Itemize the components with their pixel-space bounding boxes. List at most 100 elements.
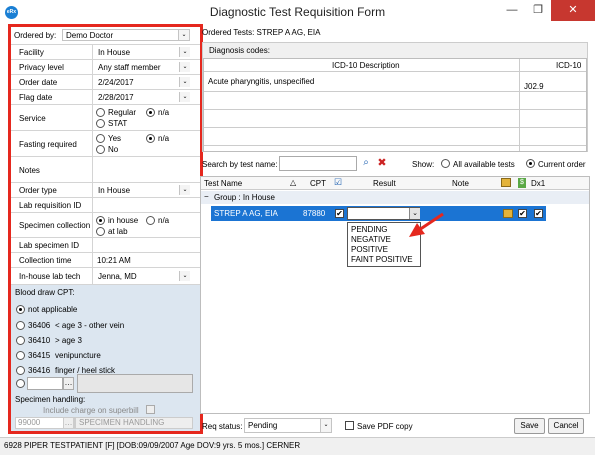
result-option[interactable]: FAINT POSITIVE [351, 255, 413, 264]
diagnosis-row[interactable] [204, 110, 586, 128]
dx1-checkbox[interactable]: ✔ [534, 209, 543, 218]
save-pdf-checkbox[interactable] [345, 421, 354, 430]
search-input[interactable] [279, 156, 357, 171]
cpt-36410-desc: > age 3 [55, 336, 82, 345]
spec-na-radio[interactable] [146, 216, 155, 225]
sort-icon[interactable]: △ [290, 178, 296, 187]
cpt-36415-radio[interactable] [16, 351, 25, 360]
cpt-36410-radio[interactable] [16, 336, 25, 345]
specimen-handling-field[interactable]: SPECIMEN HANDLING [75, 417, 193, 429]
test-order-checkbox[interactable]: ✔ [335, 209, 344, 218]
handling-lookup-button[interactable]: … [63, 417, 74, 429]
flag-date-value: 2/28/2017 [98, 93, 134, 102]
spec-atlab-radio[interactable] [96, 227, 105, 236]
privacy-row: Privacy level Any staff member ⌄ [11, 60, 200, 75]
save-button[interactable]: Save [514, 418, 545, 434]
req-status-label: Req status: [202, 422, 243, 431]
show-current-label: Current order [538, 160, 586, 169]
note-folder-icon[interactable] [503, 209, 513, 218]
service-row: Service Regular n/a STAT [11, 105, 200, 131]
clear-search-icon[interactable]: ✖ [375, 156, 389, 171]
service-stat-label: STAT [108, 119, 128, 128]
col-test-name[interactable]: Test Name [204, 179, 242, 188]
service-na-label: n/a [158, 108, 170, 117]
minimize-button[interactable]: — [499, 0, 525, 21]
superbill-label: Include charge on superbill [43, 406, 139, 415]
group-label: Group : In House [214, 193, 275, 202]
dx-col-description: ICD-10 Description [332, 61, 400, 70]
facility-row: Facility In House ⌄ [11, 45, 200, 60]
fasting-no-radio[interactable] [96, 145, 105, 154]
group-row[interactable]: − Group : In House [201, 191, 589, 204]
fasting-na-radio[interactable] [146, 134, 155, 143]
service-regular-radio[interactable] [96, 108, 105, 117]
privacy-value: Any staff member [98, 63, 161, 72]
lab-req-row: Lab requisition ID [11, 198, 200, 213]
lab-spec-field[interactable] [94, 239, 192, 251]
diagnosis-grid: ICD-10 Description ICD-10 Acute pharyngi… [203, 58, 587, 152]
chevron-down-icon: ⌄ [179, 92, 190, 102]
fasting-yes-radio[interactable] [96, 134, 105, 143]
tests-grid: Test Name △ CPT ☑ Result Note $ Dx1 − Gr… [200, 176, 590, 414]
flag-date-picker[interactable]: 2/28/2017 ⌄ [94, 91, 191, 103]
cpt-custom-radio[interactable] [16, 379, 25, 388]
result-option[interactable]: POSITIVE [351, 245, 388, 254]
diagnosis-label: Diagnosis codes: [209, 46, 270, 55]
blood-draw-section: Blood draw CPT: not applicable 36406 < a… [11, 285, 200, 431]
privacy-label: Privacy level [19, 63, 64, 72]
spec-inhouse-label: in house [108, 216, 139, 225]
superbill-checkbox[interactable] [146, 405, 155, 414]
cpt-36406-radio[interactable] [16, 321, 25, 330]
patient-info: 6928 PIPER TESTPATIENT [F] [DOB:09/09/20… [4, 441, 301, 450]
col-result[interactable]: Result [373, 179, 396, 188]
diagnosis-row[interactable] [204, 92, 586, 110]
cpt-custom-desc-input[interactable] [77, 374, 193, 393]
facility-select[interactable]: In House ⌄ [94, 46, 191, 58]
cpt-na-radio[interactable] [16, 305, 25, 314]
diagnosis-row[interactable] [204, 128, 586, 146]
checklist-icon: ☑ [334, 177, 343, 187]
lab-req-field[interactable] [94, 199, 192, 211]
service-na-radio[interactable] [146, 108, 155, 117]
col-cpt[interactable]: CPT [310, 179, 326, 188]
spec-inhouse-radio[interactable] [96, 216, 105, 225]
notes-field[interactable] [94, 159, 192, 180]
ordered-tests-label: Ordered Tests: STREP A AG, EIA [202, 28, 321, 37]
result-option[interactable]: PENDING [351, 225, 387, 234]
cpt-36416-radio[interactable] [16, 366, 25, 375]
search-label: Search by test name: [202, 160, 278, 169]
col-note[interactable]: Note [452, 179, 469, 188]
privacy-select[interactable]: Any staff member ⌄ [94, 61, 191, 73]
diagnosis-row[interactable]: Acute pharyngitis, unspecified J02.9 [204, 72, 586, 92]
cpt-custom-code-input[interactable] [27, 377, 63, 390]
cpt-36415-desc: venipuncture [55, 351, 101, 360]
cancel-button[interactable]: Cancel [548, 418, 584, 434]
service-regular-label: Regular [108, 108, 137, 117]
col-dx1[interactable]: Dx1 [531, 179, 545, 188]
billing-checkbox[interactable]: ✔ [518, 209, 527, 218]
collapse-icon[interactable]: − [204, 192, 209, 201]
order-type-select[interactable]: In House ⌄ [94, 184, 191, 196]
chevron-down-icon: ⌄ [179, 77, 190, 87]
order-date-picker[interactable]: 2/24/2017 ⌄ [94, 76, 191, 88]
service-stat-radio[interactable] [96, 119, 105, 128]
coll-time-label: Collection time [19, 256, 72, 265]
test-row[interactable]: STREP A AG, EIA 87880 ✔ ⌄ ✔ ✔ [211, 206, 546, 221]
fasting-na-label: n/a [158, 134, 170, 143]
req-status-select[interactable]: Pending ⌄ [244, 418, 332, 433]
order-type-label: Order type [19, 186, 57, 195]
tech-select[interactable]: Jenna, MD ⌄ [94, 270, 191, 282]
close-button[interactable]: ✕ [551, 0, 595, 21]
cpt-lookup-button[interactable]: … [63, 377, 74, 390]
search-icon[interactable]: ⌕ [359, 156, 373, 171]
order-type-value: In House [98, 186, 131, 195]
specimen-handling-label: Specimen handling: [15, 395, 86, 404]
restore-button[interactable]: ❐ [525, 0, 551, 21]
show-current-radio[interactable] [526, 159, 535, 168]
coll-time-value[interactable]: 10:21 AM [97, 256, 131, 265]
spec-na-label: n/a [158, 216, 170, 225]
show-all-radio[interactable] [441, 159, 450, 168]
result-option[interactable]: NEGATIVE [351, 235, 391, 244]
ordered-by-select[interactable]: Demo Doctor ⌄ [62, 29, 190, 41]
lab-req-label: Lab requisition ID [19, 201, 82, 210]
